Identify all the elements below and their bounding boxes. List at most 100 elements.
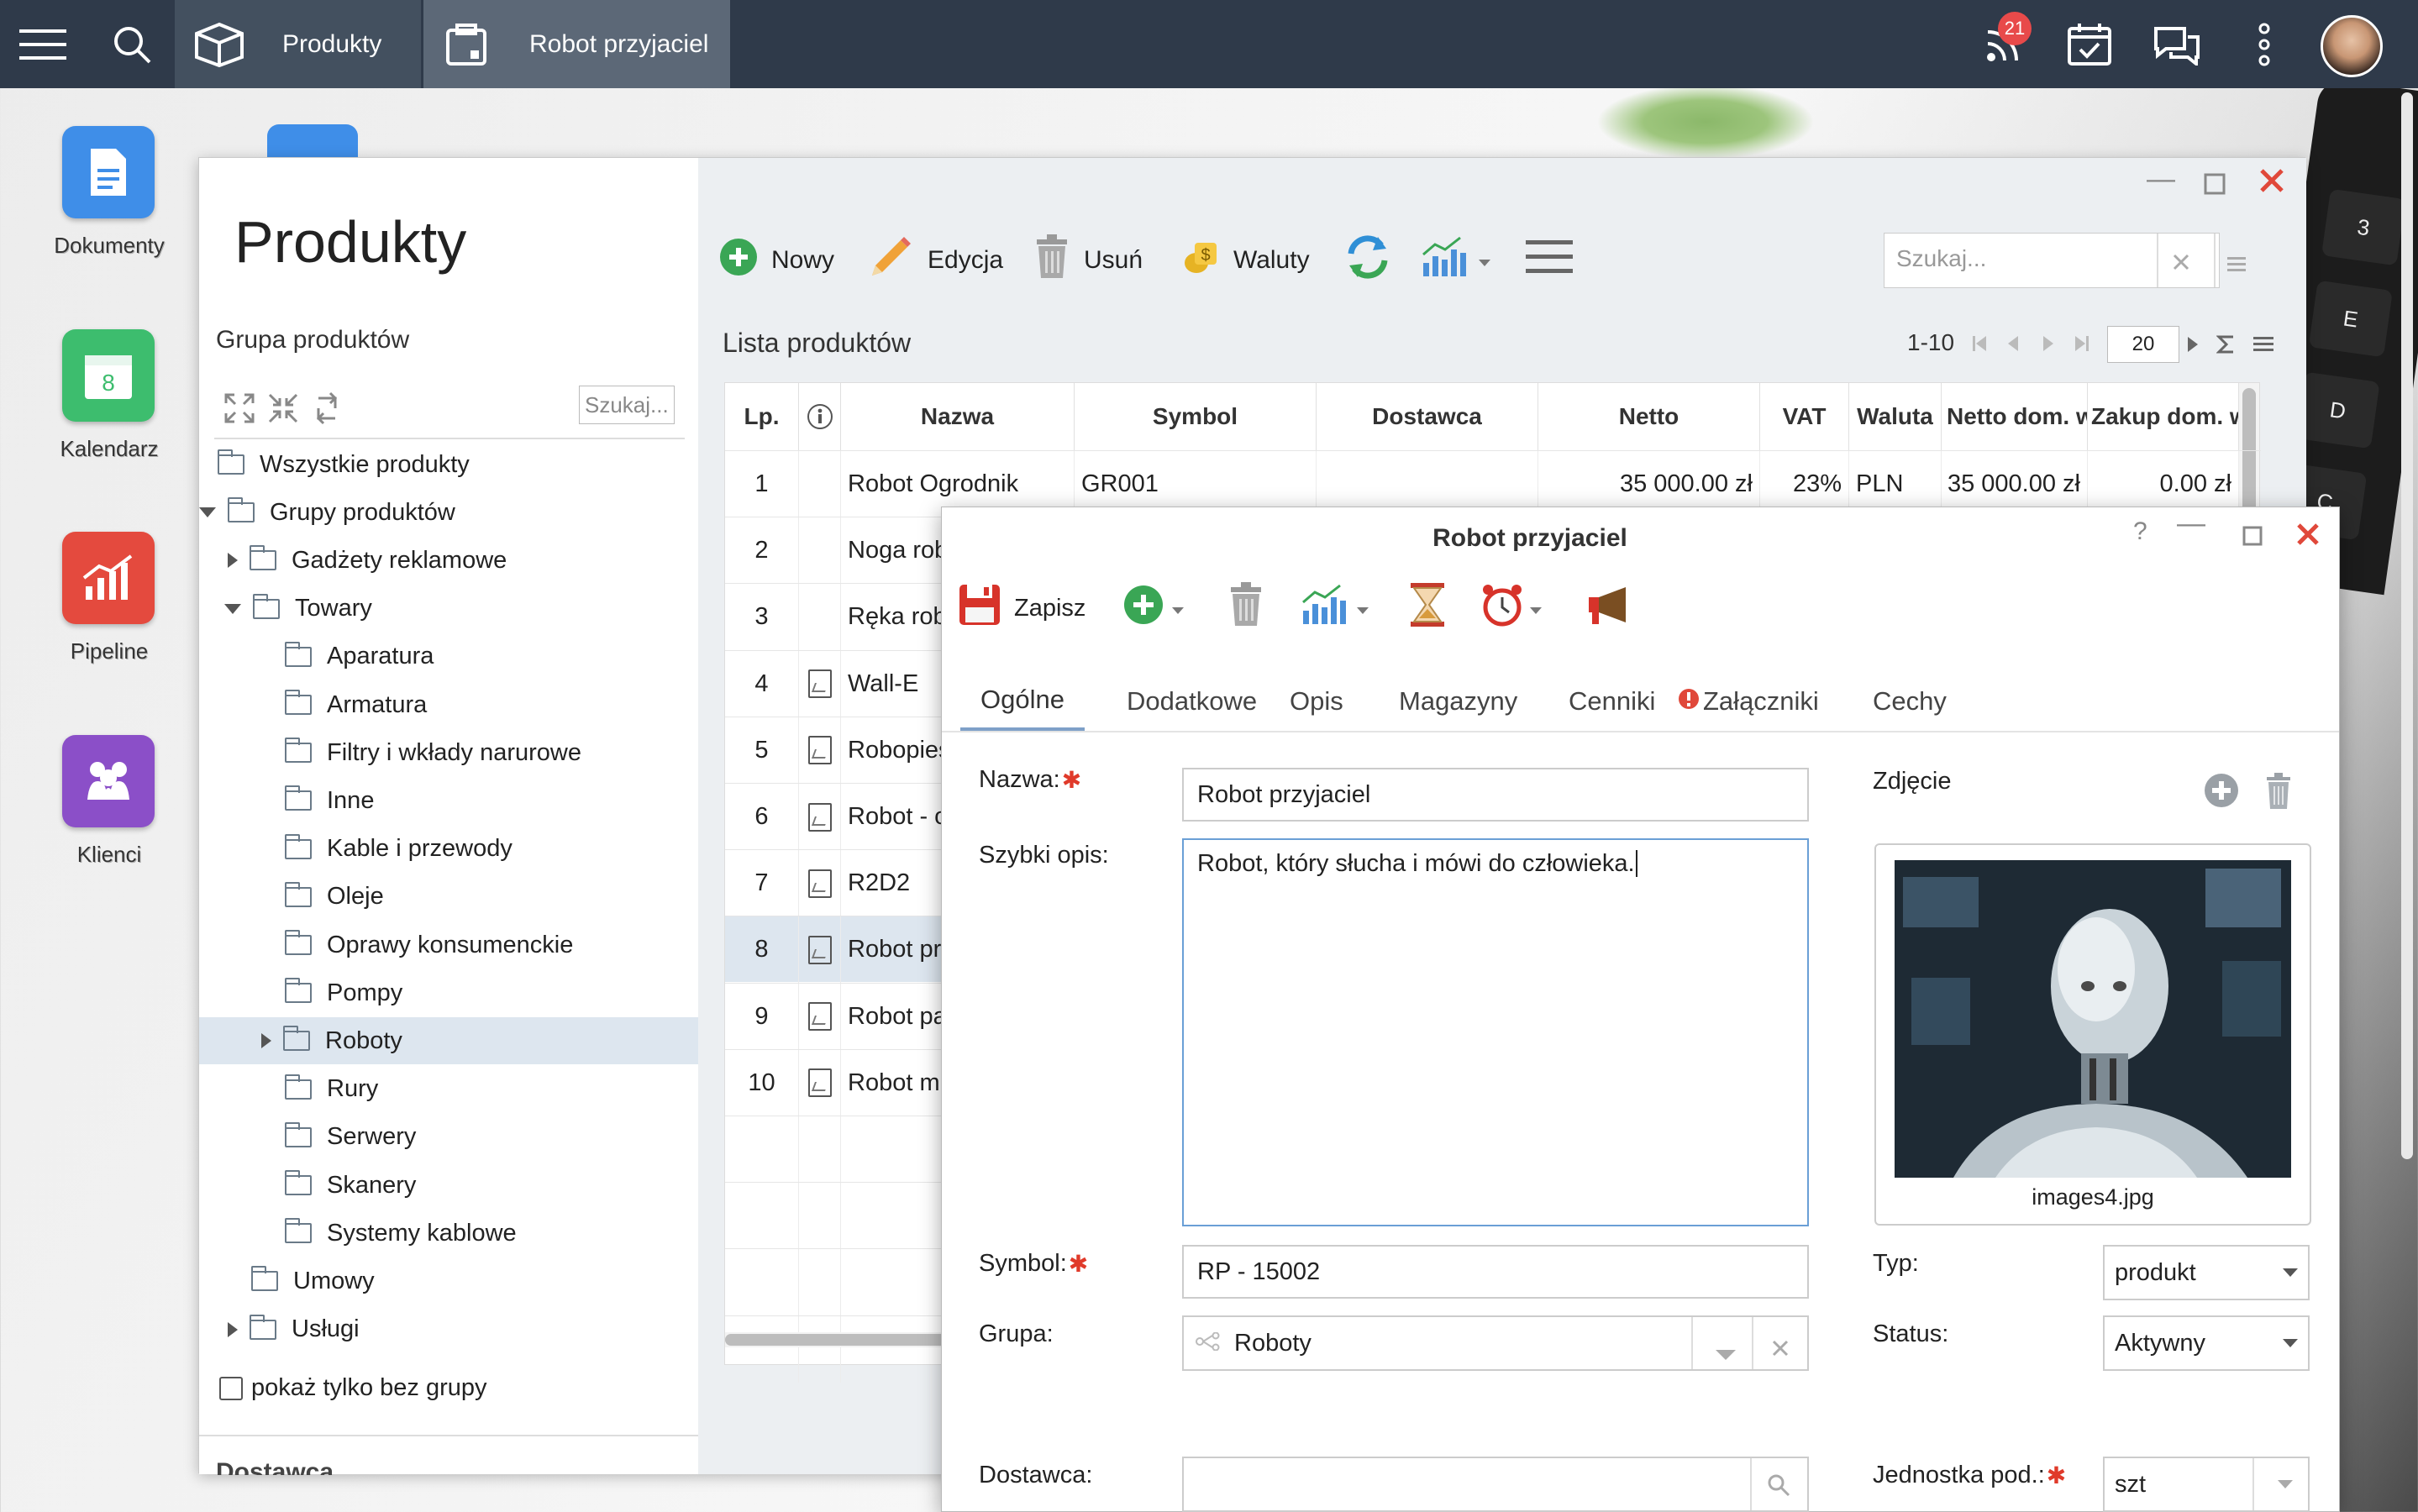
chat-icon[interactable] [2147, 0, 2206, 88]
tab-załączniki[interactable]: Załączniki [1671, 672, 1839, 731]
currencies-button[interactable]: $ Waluty [1181, 231, 1310, 290]
maximize-dialog-icon[interactable] [2242, 521, 2263, 554]
save-button[interactable]: Zapisz [959, 579, 1085, 638]
tree-item[interactable]: Skanery [199, 1162, 698, 1209]
tree-item[interactable]: Serwery [199, 1114, 698, 1161]
refresh-button[interactable] [1344, 231, 1391, 290]
chevron-down-icon[interactable] [1715, 1340, 1737, 1368]
documents-launcher[interactable] [62, 126, 155, 218]
campaign-button[interactable] [1585, 579, 1632, 638]
tree-item[interactable]: Oleje [199, 874, 698, 921]
close-window-icon[interactable] [2259, 168, 2284, 201]
tree-item[interactable]: Oprawy konsumenckie [199, 921, 698, 969]
tab-opis[interactable]: Opis [1269, 672, 1364, 731]
page-size-input[interactable]: 20 [2107, 326, 2179, 363]
first-page-icon[interactable] [1973, 334, 1986, 353]
calendar-launcher[interactable]: 8 [62, 329, 155, 422]
reports-button[interactable] [1422, 231, 1490, 290]
collapse-all-icon[interactable] [266, 391, 300, 425]
name-input[interactable]: Robot przyjaciel [1182, 768, 1809, 822]
expand-all-icon[interactable] [223, 391, 256, 425]
pipeline-launcher[interactable] [62, 532, 155, 624]
clients-launcher[interactable] [62, 735, 155, 827]
only-without-group-option[interactable]: pokaż tylko bez grupy [219, 1374, 486, 1402]
page-scrollbar[interactable] [2401, 92, 2413, 1159]
column-header-net-dom[interactable]: Netto dom. w [1942, 383, 2088, 450]
column-header-name[interactable]: Nazwa [841, 383, 1075, 450]
partial-launcher[interactable] [267, 124, 358, 158]
column-header-net[interactable]: Netto [1538, 383, 1760, 450]
clear-search-icon[interactable] [2172, 250, 2190, 277]
calendar-check-icon[interactable] [2060, 0, 2119, 88]
reports-button[interactable] [1301, 579, 1369, 638]
help-icon[interactable]: ? [2133, 517, 2147, 546]
prev-page-icon[interactable] [2008, 334, 2020, 353]
tree-item[interactable]: Rury [199, 1066, 698, 1113]
columns-menu-icon[interactable] [2253, 336, 2273, 353]
column-header-symbol[interactable]: Symbol [1075, 383, 1317, 450]
group-select[interactable]: Roboty [1182, 1315, 1809, 1371]
list-menu-button[interactable] [1526, 231, 1573, 290]
tree-item[interactable]: Usługi [199, 1306, 698, 1353]
type-select[interactable]: produkt [2103, 1245, 2310, 1300]
checkbox[interactable] [219, 1376, 243, 1400]
tree-item[interactable]: Kable i przewody [199, 826, 698, 873]
product-photo[interactable] [1895, 860, 2291, 1178]
tree-item[interactable]: Wszystkie produkty [199, 441, 698, 488]
tab-magazyny[interactable]: Magazyny [1379, 672, 1538, 731]
search-icon[interactable] [1767, 1473, 1790, 1504]
tree-item[interactable]: Inne [199, 777, 698, 824]
tab-cenniki[interactable]: Cenniki [1548, 672, 1675, 731]
apply-page-size-icon[interactable] [2186, 335, 2198, 354]
tree-search-input[interactable]: Szukaj... [579, 386, 675, 424]
delete-photo-icon[interactable] [2264, 773, 2293, 814]
column-header-buy-dom[interactable]: Zakup dom. w [2088, 383, 2239, 450]
status-select[interactable]: Aktywny [2103, 1315, 2310, 1371]
product-search-input[interactable]: Szukaj... [1884, 233, 2246, 288]
history-button[interactable] [1409, 579, 1446, 638]
hamburger-menu-icon[interactable] [15, 0, 71, 88]
tab-ogólne[interactable]: Ogólne [960, 672, 1085, 731]
close-dialog-icon[interactable] [2296, 521, 2320, 554]
search-options-icon[interactable] [2227, 252, 2246, 279]
clear-group-icon[interactable] [1772, 1336, 1789, 1363]
new-product-button[interactable]: Nowy [719, 231, 834, 290]
scrollbar-thumb[interactable] [725, 1334, 977, 1346]
column-header-lp[interactable]: Lp. [725, 383, 799, 450]
tree-item[interactable]: Gadżety reklamowe [199, 537, 698, 584]
more-options-icon[interactable] [2235, 0, 2294, 88]
tree-item[interactable]: Armatura [199, 681, 698, 728]
search-icon[interactable] [104, 0, 160, 88]
user-avatar[interactable] [2321, 15, 2383, 77]
supplier-input[interactable] [1182, 1457, 1809, 1512]
caret-right-icon[interactable] [228, 553, 238, 569]
tree-item[interactable]: Umowy [199, 1257, 698, 1305]
add-photo-icon[interactable] [2204, 773, 2239, 812]
unit-select[interactable]: szt [2103, 1457, 2310, 1512]
next-page-icon[interactable] [2042, 334, 2053, 353]
tree-item[interactable]: Grupy produktów [199, 489, 698, 536]
column-header-currency[interactable]: Waluta [1849, 383, 1942, 450]
tab-dodatkowe[interactable]: Dodatkowe [1106, 672, 1277, 731]
info-column-header[interactable] [799, 383, 841, 450]
tree-item[interactable]: Pompy [199, 969, 698, 1016]
delete-product-button[interactable]: Usuń [1033, 231, 1143, 290]
reminder-button[interactable] [1480, 579, 1542, 638]
minimize-dialog-icon[interactable]: — [2177, 507, 2205, 540]
tab-cechy[interactable]: Cechy [1853, 672, 1967, 731]
column-header-vat[interactable]: VAT [1760, 383, 1849, 450]
caret-down-icon[interactable] [199, 507, 216, 518]
caret-right-icon[interactable] [261, 1033, 271, 1049]
minimize-window-icon[interactable]: — [2147, 163, 2175, 196]
tree-item[interactable]: Roboty [199, 1017, 698, 1065]
caret-down-icon[interactable] [224, 603, 241, 614]
refresh-tree-icon[interactable] [310, 391, 344, 425]
tab-robot-przyjaciel[interactable]: Robot przyjaciel [423, 0, 730, 88]
sum-icon[interactable] [2216, 334, 2235, 354]
maximize-window-icon[interactable] [2204, 170, 2226, 202]
delete-button[interactable] [1227, 579, 1264, 638]
symbol-input[interactable]: RP - 15002 [1182, 1245, 1809, 1299]
tree-item[interactable]: Towary [199, 585, 698, 633]
rss-feed-icon[interactable] [1974, 0, 2033, 88]
caret-right-icon[interactable] [228, 1321, 238, 1337]
